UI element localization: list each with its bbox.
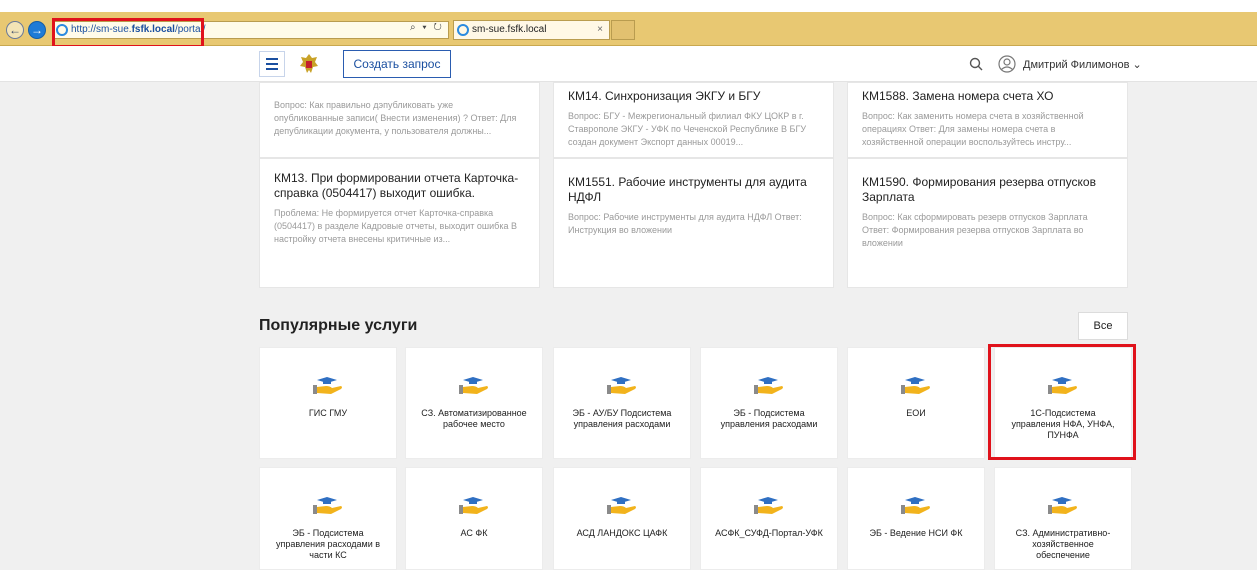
highlight-tile <box>988 344 1136 460</box>
service-tile[interactable]: ЭБ - Подсистема управления расходами <box>700 347 838 459</box>
emblem-icon <box>300 54 318 73</box>
service-icon <box>313 497 342 514</box>
service-tile[interactable]: СЗ. Автоматизированное рабочее место <box>405 347 543 459</box>
tab-title: sm-sue.fsfk.local <box>472 24 547 35</box>
service-label: СЗ. Административно-хозяйственное обеспе… <box>1015 528 1111 560</box>
service-tile[interactable]: ГИС ГМУ <box>259 347 397 459</box>
close-icon[interactable]: × <box>597 21 603 39</box>
knowledge-card[interactable]: КМ1551. Рабочие инструменты для аудита Н… <box>553 158 834 288</box>
service-icon <box>754 497 783 514</box>
user-menu[interactable]: Дмитрий Филимонов ⌄ <box>1023 58 1142 71</box>
service-icon <box>1048 497 1077 514</box>
knowledge-card-text: Вопрос: Как заменить номера счета в хозя… <box>862 111 1084 147</box>
service-label: ЭБ - Подсистема управления расходами в ч… <box>275 528 381 560</box>
service-label: АСД ЛАНДОКС ЦАФК <box>576 528 668 538</box>
service-label: СЗ. Автоматизированное рабочее место <box>421 408 527 429</box>
service-icon <box>901 497 930 514</box>
service-icon <box>313 377 342 394</box>
service-icon <box>901 377 930 394</box>
back-icon[interactable]: ← <box>6 21 24 39</box>
forward-icon[interactable]: → <box>28 21 46 39</box>
service-label: ГИС ГМУ <box>308 408 348 418</box>
ie-icon <box>457 24 469 36</box>
knowledge-card-title: КМ1588. Замена номера счета ХО <box>862 89 1054 103</box>
service-label: АС ФК <box>460 528 488 538</box>
service-tile[interactable]: АСФК_СУФД-Портал-УФК <box>700 467 838 570</box>
service-tile[interactable]: ЭБ - Ведение НСИ ФК <box>847 467 985 570</box>
service-icon <box>459 497 488 514</box>
browser-tab[interactable]: sm-sue.fsfk.local × <box>453 20 610 40</box>
section-title: Популярные услуги <box>259 317 418 334</box>
service-tile[interactable]: АСД ЛАНДОКС ЦАФК <box>553 467 691 570</box>
highlight-address <box>52 18 204 48</box>
search-icon[interactable] <box>969 57 983 71</box>
menu-icon[interactable] <box>259 51 285 77</box>
knowledge-card[interactable]: Вопрос: Как правильно дэпубликовать уже … <box>259 82 540 158</box>
service-icon <box>607 377 636 394</box>
service-tile[interactable]: ЕОИ <box>847 347 985 459</box>
all-services-button[interactable]: Все <box>1078 312 1128 340</box>
user-icon[interactable] <box>998 55 1016 73</box>
knowledge-card-title: КМ1590. Формирования резерва отпусков За… <box>862 175 1096 204</box>
chevron-down-icon: ⌄ <box>1132 59 1142 71</box>
create-request-button[interactable]: Создать запрос <box>343 50 451 78</box>
knowledge-card-text: Вопрос: Как правильно дэпубликовать уже … <box>274 100 517 136</box>
new-tab-button[interactable] <box>611 20 635 40</box>
search-refresh-icon[interactable]: ⌕ ▾ ↻ <box>410 22 444 33</box>
service-tile[interactable]: ЭБ - АУ/БУ Подсистема управления расхода… <box>553 347 691 459</box>
knowledge-card-title: КМ1551. Рабочие инструменты для аудита Н… <box>568 175 807 204</box>
knowledge-card-text: Вопрос: Как сформировать резерв отпусков… <box>862 212 1088 248</box>
knowledge-card-title: КМ13. При формировании отчета Карточка-с… <box>274 171 519 200</box>
service-tile[interactable]: ЭБ - Подсистема управления расходами в ч… <box>259 467 397 570</box>
service-icon <box>459 377 488 394</box>
service-tile[interactable]: АС ФК <box>405 467 543 570</box>
app-header: Создать запрос Дмитрий Филимонов ⌄ <box>0 46 1257 82</box>
service-label: ЭБ - АУ/БУ Подсистема управления расхода… <box>572 408 672 429</box>
knowledge-card-text: Вопрос: БГУ - Межрегиональный филиал ФКУ… <box>568 111 807 147</box>
knowledge-card[interactable]: КМ1588. Замена номера счета ХО Вопрос: К… <box>847 82 1128 158</box>
top-strip <box>0 0 1257 12</box>
knowledge-card-text: Проблема: Не формируется отчет Карточка-… <box>274 208 517 244</box>
service-label: АСФК_СУФД-Портал-УФК <box>715 528 823 538</box>
service-label: ЭБ - Ведение НСИ ФК <box>869 528 963 538</box>
knowledge-card-text: Вопрос: Рабочие инструменты для аудита Н… <box>568 212 802 235</box>
service-tile[interactable]: СЗ. Административно-хозяйственное обеспе… <box>994 467 1132 570</box>
knowledge-card-title: КМ14. Синхронизация ЭКГУ и БГУ <box>568 89 761 103</box>
knowledge-card[interactable]: КМ14. Синхронизация ЭКГУ и БГУ Вопрос: Б… <box>553 82 834 158</box>
knowledge-card[interactable]: КМ13. При формировании отчета Карточка-с… <box>259 158 540 288</box>
service-label: ЕОИ <box>906 408 926 418</box>
user-name: Дмитрий Филимонов <box>1023 59 1130 71</box>
service-icon <box>607 497 636 514</box>
knowledge-card[interactable]: КМ1590. Формирования резерва отпусков За… <box>847 158 1128 288</box>
service-icon <box>754 377 783 394</box>
service-label: ЭБ - Подсистема управления расходами <box>720 408 818 429</box>
